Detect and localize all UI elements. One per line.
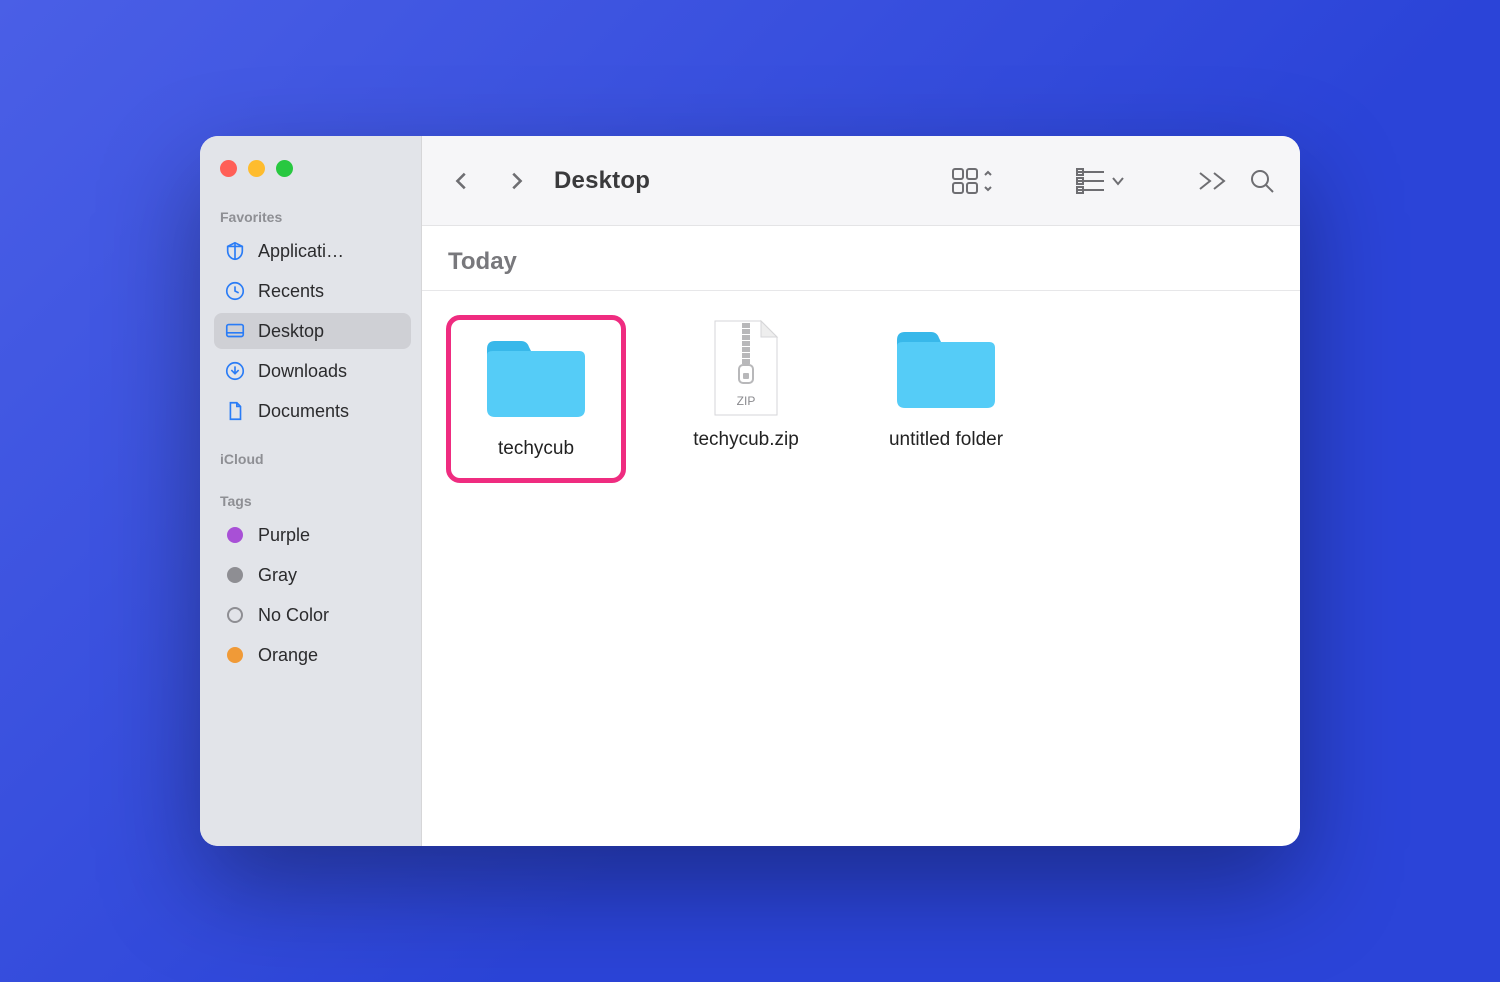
more-toolbar-button[interactable] [1198,171,1226,191]
window-controls [214,160,411,177]
tag-dot-icon [224,524,246,546]
view-mode-button[interactable] [952,168,992,194]
svg-text:ZIP: ZIP [737,394,756,408]
file-label: techycub.zip [693,429,799,451]
sidebar-item-label: Orange [258,645,318,666]
file-item-techycub[interactable]: techycub [446,315,626,483]
sidebar-item-recents[interactable]: Recents [214,273,411,309]
file-label: untitled folder [889,429,1003,451]
main-panel: Desktop Today [422,136,1300,846]
sidebar-item-label: Downloads [258,361,347,382]
folder-icon [891,323,1001,413]
recents-icon [224,280,246,302]
sidebar-item-label: Gray [258,565,297,586]
sidebar-section-icloud-label: iCloud [214,447,411,475]
file-item-techycub-zip[interactable]: ZIP techycub.zip [666,315,826,459]
documents-icon [224,400,246,422]
sidebar-item-label: Purple [258,525,310,546]
section-header-today: Today [422,226,1300,291]
downloads-icon [224,360,246,382]
sidebar-item-label: Recents [258,281,324,302]
folder-icon [481,332,591,422]
sidebar-item-documents[interactable]: Documents [214,393,411,429]
sidebar: Favorites Applicati… Recents Desktop Dow… [200,136,422,846]
file-grid: techycub ZI [422,291,1300,507]
back-button[interactable] [446,165,478,197]
sidebar-tag-purple[interactable]: Purple [214,517,411,553]
sidebar-item-desktop[interactable]: Desktop [214,313,411,349]
file-item-untitled-folder[interactable]: untitled folder [866,315,1026,459]
sidebar-item-label: No Color [258,605,329,626]
sidebar-tag-nocolor[interactable]: No Color [214,597,411,633]
sidebar-section-tags-label: Tags [214,489,411,517]
forward-button[interactable] [500,165,532,197]
sidebar-item-downloads[interactable]: Downloads [214,353,411,389]
tag-dot-icon [224,644,246,666]
zip-file-icon: ZIP [691,323,801,413]
finder-window: Favorites Applicati… Recents Desktop Dow… [200,136,1300,846]
tag-dot-icon [224,604,246,626]
sidebar-item-applications[interactable]: Applicati… [214,233,411,269]
desktop-icon [224,320,246,342]
file-label: techycub [498,438,574,460]
sidebar-section-favorites-label: Favorites [214,205,411,233]
sidebar-item-label: Desktop [258,321,324,342]
zoom-window-button[interactable] [276,160,293,177]
sidebar-tag-gray[interactable]: Gray [214,557,411,593]
titlebar: Desktop [422,136,1300,226]
sidebar-item-label: Documents [258,401,349,422]
window-title: Desktop [554,167,650,195]
search-button[interactable] [1248,167,1276,195]
tag-dot-icon [224,564,246,586]
minimize-window-button[interactable] [248,160,265,177]
sidebar-item-label: Applicati… [258,241,344,262]
applications-icon [224,240,246,262]
sidebar-tag-orange[interactable]: Orange [214,637,411,673]
close-window-button[interactable] [220,160,237,177]
group-by-button[interactable] [1076,168,1124,194]
